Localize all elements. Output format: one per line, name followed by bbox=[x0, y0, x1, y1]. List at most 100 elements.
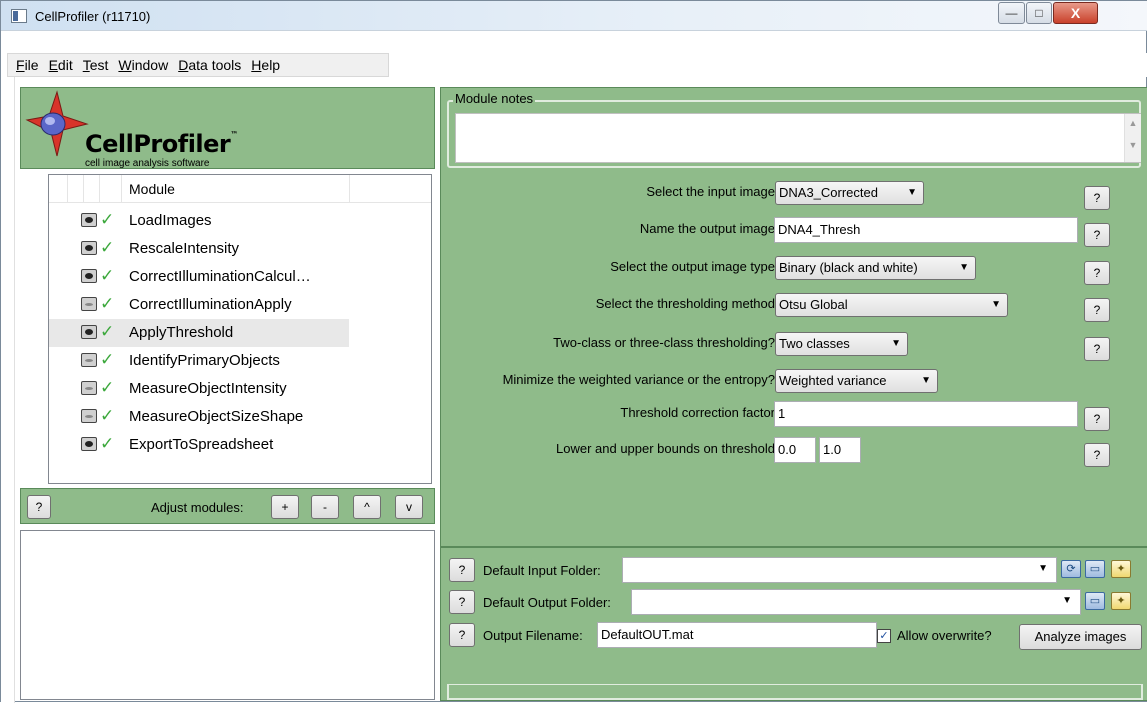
minimize-select[interactable]: Weighted variance ▼ bbox=[775, 369, 938, 393]
module-row[interactable]: ✓ MeasureObjectSizeShape bbox=[49, 403, 349, 431]
allow-overwrite-label[interactable]: Allow overwrite? bbox=[897, 628, 992, 643]
eye-closed-icon[interactable] bbox=[81, 297, 97, 311]
module-name: ApplyThreshold bbox=[129, 324, 234, 341]
close-button[interactable]: X bbox=[1053, 2, 1098, 24]
move-up-button[interactable]: ^ bbox=[353, 495, 381, 519]
eye-open-icon[interactable] bbox=[81, 213, 97, 227]
module-row[interactable]: ✓ LoadImages bbox=[49, 207, 349, 235]
check-icon[interactable]: ✓ bbox=[100, 322, 114, 342]
setting-bounds: Lower and upper bounds on threshold 0.0 … bbox=[441, 436, 1147, 467]
help-button[interactable]: ? bbox=[1084, 337, 1110, 361]
module-row[interactable]: ✓ IdentifyPrimaryObjects bbox=[49, 347, 349, 375]
help-button[interactable]: ? bbox=[1084, 261, 1110, 285]
minimize-button[interactable]: — bbox=[998, 2, 1025, 24]
title-bar[interactable]: CellProfiler (r11710) — □ X bbox=[1, 1, 1147, 31]
cellprofiler-logo-icon bbox=[25, 90, 89, 157]
chevron-down-icon: ▼ bbox=[991, 299, 1001, 310]
help-button[interactable]: ? bbox=[1084, 298, 1110, 322]
setting-label: Threshold correction factor bbox=[620, 405, 775, 420]
menu-bar: File Edit Test Window Data tools Help bbox=[1, 53, 1147, 77]
notes-scrollbar[interactable]: ▲ ▼ bbox=[1124, 114, 1141, 162]
move-down-button[interactable]: v bbox=[395, 495, 423, 519]
eye-closed-icon[interactable] bbox=[81, 353, 97, 367]
upper-bound-input[interactable]: 1.0 bbox=[819, 437, 861, 463]
threshold-method-select[interactable]: Otsu Global ▼ bbox=[775, 293, 1008, 317]
eye-open-icon[interactable] bbox=[81, 269, 97, 283]
check-icon[interactable]: ✓ bbox=[100, 294, 114, 314]
module-row[interactable]: ✓ CorrectIlluminationApply bbox=[49, 291, 349, 319]
folder-icon[interactable]: ▭ bbox=[1085, 592, 1105, 610]
add-module-button[interactable]: + bbox=[271, 495, 299, 519]
analyze-images-button[interactable]: Analyze images bbox=[1019, 624, 1142, 650]
menu-edit[interactable]: Edit bbox=[49, 57, 73, 73]
menu-test[interactable]: Test bbox=[83, 57, 109, 73]
left-edge bbox=[1, 77, 15, 703]
module-help-button[interactable]: ? bbox=[27, 495, 51, 519]
module-list[interactable]: Module ✓ LoadImages ✓ RescaleIntensity ✓ Corr… bbox=[48, 174, 432, 484]
check-icon[interactable]: ✓ bbox=[100, 378, 114, 398]
help-button[interactable]: ? bbox=[449, 623, 475, 647]
module-row[interactable]: ✓ RescaleIntensity bbox=[49, 235, 349, 263]
module-row[interactable]: ✓ ExportToSpreadsheet bbox=[49, 431, 349, 459]
module-row[interactable]: ✓ MeasureObjectIntensity bbox=[49, 375, 349, 403]
module-name: LoadImages bbox=[129, 212, 212, 229]
menu-window[interactable]: Window bbox=[118, 57, 168, 73]
correction-factor-input[interactable]: 1 bbox=[774, 401, 1078, 427]
output-filename-row: ? Output Filename: DefaultOUT.mat ✓ Allo… bbox=[441, 621, 1147, 650]
check-icon[interactable]: ✓ bbox=[100, 406, 114, 426]
setting-label: Name the output image bbox=[639, 221, 775, 236]
default-output-folder-combo[interactable]: ▼ bbox=[631, 589, 1081, 615]
setting-label: Minimize the weighted variance or the en… bbox=[502, 372, 775, 387]
app-icon[interactable] bbox=[11, 9, 27, 23]
default-output-folder-row: ? Default Output Folder: ▼ ▭ ✦ bbox=[441, 588, 1147, 616]
logo-subtitle: cell image analysis software bbox=[85, 158, 210, 169]
folder-icon[interactable]: ▭ bbox=[1085, 560, 1105, 578]
menu-help[interactable]: Help bbox=[251, 57, 280, 73]
logo-text: CellProfiler™ bbox=[85, 130, 238, 158]
check-icon[interactable]: ✓ bbox=[100, 210, 114, 230]
chevron-down-icon: ▼ bbox=[891, 338, 901, 349]
help-button[interactable]: ? bbox=[449, 558, 475, 582]
scroll-up-icon[interactable]: ▲ bbox=[1125, 118, 1141, 128]
remove-module-button[interactable]: - bbox=[311, 495, 339, 519]
allow-overwrite-checkbox[interactable]: ✓ bbox=[877, 629, 891, 643]
menu-data-tools[interactable]: Data tools bbox=[178, 57, 241, 73]
output-filename-input[interactable]: DefaultOUT.mat bbox=[597, 622, 877, 648]
help-button[interactable]: ? bbox=[449, 590, 475, 614]
scroll-down-icon[interactable]: ▼ bbox=[1125, 140, 1141, 150]
check-icon[interactable]: ✓ bbox=[100, 238, 114, 258]
help-button[interactable]: ? bbox=[1084, 443, 1110, 467]
input-image-select[interactable]: DNA3_Corrected ▼ bbox=[775, 181, 924, 205]
refresh-icon[interactable]: ⟳ bbox=[1061, 560, 1081, 578]
lower-bound-input[interactable]: 0.0 bbox=[774, 437, 816, 463]
eye-open-icon[interactable] bbox=[81, 437, 97, 451]
default-input-folder-label: Default Input Folder: bbox=[483, 563, 601, 578]
eye-open-icon[interactable] bbox=[81, 241, 97, 255]
app-window: CellProfiler (r11710) — □ X File Edit Te… bbox=[0, 0, 1147, 703]
output-image-input[interactable]: DNA4_Thresh bbox=[774, 217, 1078, 243]
help-button[interactable]: ? bbox=[1084, 407, 1110, 431]
module-notes-input[interactable] bbox=[455, 113, 1141, 163]
module-row[interactable]: ✓ ApplyThreshold bbox=[49, 319, 349, 347]
module-list-header[interactable]: Module bbox=[49, 175, 431, 203]
eye-open-icon[interactable] bbox=[81, 325, 97, 339]
eye-closed-icon[interactable] bbox=[81, 381, 97, 395]
default-input-folder-combo[interactable]: ▼ bbox=[622, 557, 1057, 583]
check-icon[interactable]: ✓ bbox=[100, 266, 114, 286]
check-icon[interactable]: ✓ bbox=[100, 434, 114, 454]
check-icon[interactable]: ✓ bbox=[100, 350, 114, 370]
new-folder-icon[interactable]: ✦ bbox=[1111, 592, 1131, 610]
module-row[interactable]: ✓ CorrectIlluminationCalcul… bbox=[49, 263, 349, 291]
module-column-header[interactable]: Module bbox=[129, 181, 175, 197]
help-button[interactable]: ? bbox=[1084, 186, 1110, 210]
classes-select[interactable]: Two classes ▼ bbox=[775, 332, 908, 356]
maximize-button[interactable]: □ bbox=[1026, 2, 1052, 24]
menu-file[interactable]: File bbox=[16, 57, 39, 73]
new-folder-icon[interactable]: ✦ bbox=[1111, 560, 1131, 578]
output-type-select[interactable]: Binary (black and white) ▼ bbox=[775, 256, 976, 280]
help-button[interactable]: ? bbox=[1084, 223, 1110, 247]
eye-closed-icon[interactable] bbox=[81, 409, 97, 423]
right-column: Module notes ▲ ▼ Select the input image … bbox=[440, 81, 1147, 701]
log-area bbox=[20, 530, 435, 700]
setting-label: Two-class or three-class thresholding? bbox=[553, 335, 775, 350]
